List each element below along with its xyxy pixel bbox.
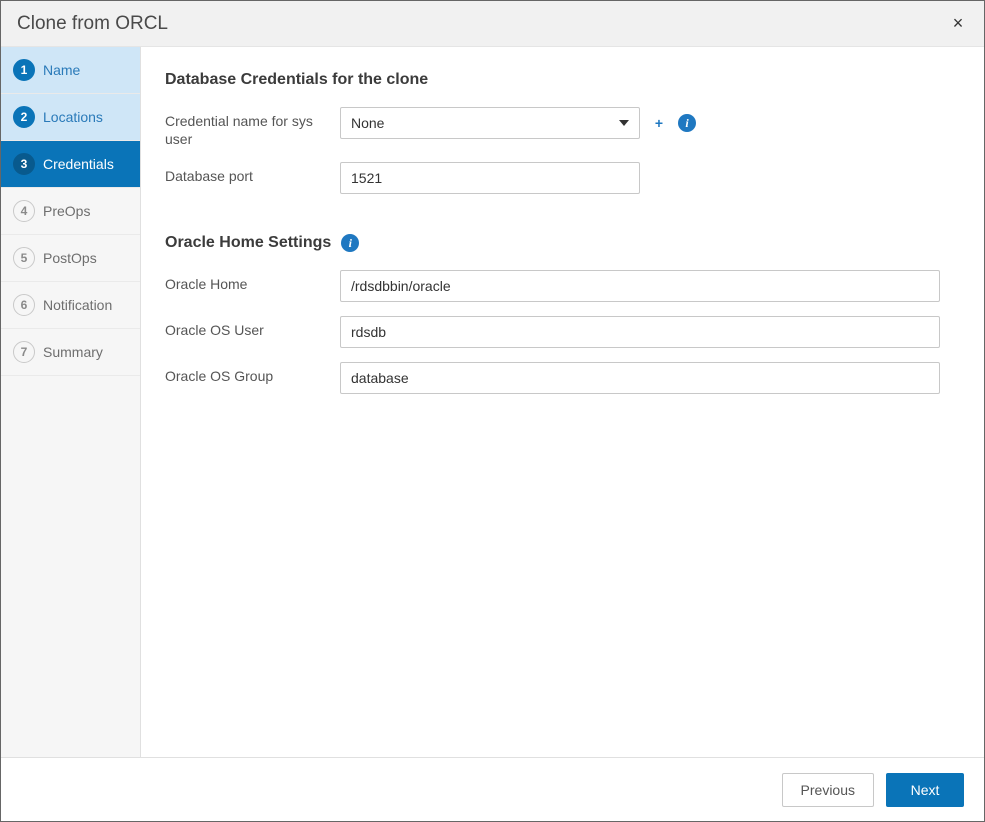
previous-button[interactable]: Previous xyxy=(782,773,874,807)
oracle-home-settings-title: Oracle Home Settings i xyxy=(165,234,960,252)
step-preops[interactable]: 4 PreOps xyxy=(1,188,140,235)
step-number-icon: 6 xyxy=(13,294,35,316)
row-oracle-os-group: Oracle OS Group xyxy=(165,362,960,394)
main-panel: Database Credentials for the clone Crede… xyxy=(141,47,984,757)
step-label: Notification xyxy=(43,297,112,313)
step-number-icon: 7 xyxy=(13,341,35,363)
info-icon[interactable]: i xyxy=(341,234,359,252)
oracle-os-user-label: Oracle OS User xyxy=(165,316,340,340)
dialog-title: Clone from ORCL xyxy=(17,13,168,35)
step-number-icon: 2 xyxy=(13,106,35,128)
oracle-os-user-input[interactable] xyxy=(340,316,940,348)
dialog-footer: Previous Next xyxy=(1,757,984,821)
oracle-os-group-label: Oracle OS Group xyxy=(165,362,340,386)
oracle-os-group-input[interactable] xyxy=(340,362,940,394)
step-number-icon: 1 xyxy=(13,59,35,81)
step-label: Summary xyxy=(43,344,103,360)
clone-dialog: Clone from ORCL × 1 Name 2 Locations 3 C… xyxy=(0,0,985,822)
dialog-titlebar: Clone from ORCL × xyxy=(1,1,984,47)
step-label: Credentials xyxy=(43,156,114,172)
next-button[interactable]: Next xyxy=(886,773,964,807)
add-credential-plus-icon[interactable]: + xyxy=(650,114,668,132)
oracle-home-label: Oracle Home xyxy=(165,270,340,294)
step-label: PostOps xyxy=(43,250,97,266)
row-database-port: Database port xyxy=(165,162,960,194)
step-summary[interactable]: 7 Summary xyxy=(1,329,140,376)
sys-credential-select[interactable]: None xyxy=(340,107,640,139)
info-icon[interactable]: i xyxy=(678,114,696,132)
step-number-icon: 4 xyxy=(13,200,35,222)
oracle-home-settings-title-text: Oracle Home Settings xyxy=(165,234,331,252)
step-locations[interactable]: 2 Locations xyxy=(1,94,140,141)
step-label: Locations xyxy=(43,109,103,125)
close-icon[interactable]: × xyxy=(946,11,970,35)
row-oracle-os-user: Oracle OS User xyxy=(165,316,960,348)
row-oracle-home: Oracle Home xyxy=(165,270,960,302)
step-credentials[interactable]: 3 Credentials xyxy=(1,141,140,188)
step-postops[interactable]: 5 PostOps xyxy=(1,235,140,282)
database-port-label: Database port xyxy=(165,162,340,186)
wizard-steps-sidebar: 1 Name 2 Locations 3 Credentials 4 PreOp… xyxy=(1,47,141,757)
row-sys-credential: Credential name for sys user None + i xyxy=(165,107,960,148)
step-number-icon: 5 xyxy=(13,247,35,269)
sys-credential-selected-value: None xyxy=(351,115,384,131)
database-port-input[interactable] xyxy=(340,162,640,194)
oracle-home-input[interactable] xyxy=(340,270,940,302)
step-notification[interactable]: 6 Notification xyxy=(1,282,140,329)
chevron-down-icon xyxy=(619,120,629,126)
step-label: PreOps xyxy=(43,203,90,219)
step-label: Name xyxy=(43,62,80,78)
dialog-body: 1 Name 2 Locations 3 Credentials 4 PreOp… xyxy=(1,47,984,757)
step-name[interactable]: 1 Name xyxy=(1,47,140,94)
step-number-icon: 3 xyxy=(13,153,35,175)
credentials-section-title: Database Credentials for the clone xyxy=(165,71,960,89)
sys-credential-label: Credential name for sys user xyxy=(165,107,340,148)
